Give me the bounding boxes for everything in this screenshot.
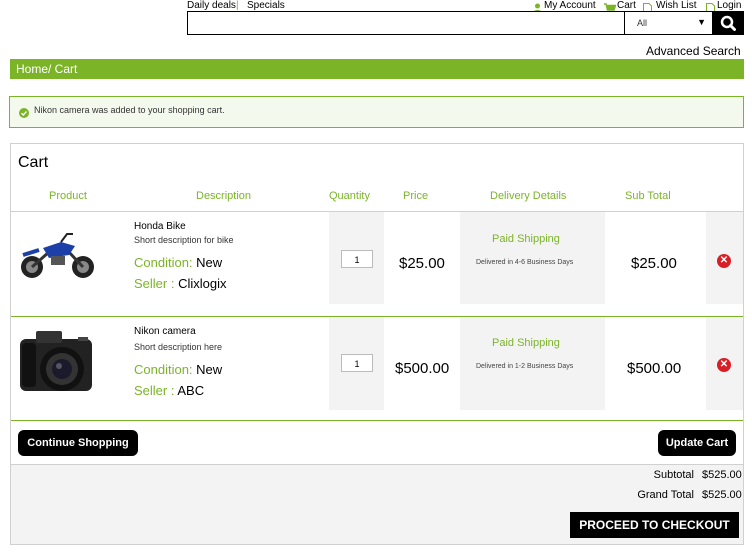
grand-total-value: $525.00 — [702, 489, 742, 501]
my-account-link[interactable]: My Account — [544, 0, 596, 11]
category-select-value: All — [637, 18, 648, 28]
product-description: Short description here — [134, 342, 223, 352]
login-link[interactable]: Login — [717, 0, 741, 11]
column-header-quantity: Quantity — [329, 190, 370, 202]
product-image-camera[interactable] — [18, 327, 96, 402]
column-header-delivery: Delivery Details — [490, 190, 567, 202]
check-circle-icon — [19, 105, 29, 123]
product-name[interactable]: Nikon camera — [134, 326, 196, 337]
product-description: Short description for bike — [134, 235, 234, 245]
breadcrumb: Home/ Cart — [10, 59, 744, 79]
item-price: $500.00 — [395, 360, 450, 377]
condition-value: New — [196, 362, 223, 377]
search-icon — [720, 15, 736, 31]
column-header-product: Product — [49, 190, 87, 202]
quantity-input[interactable]: 1 — [341, 354, 373, 372]
condition-label: Condition: — [134, 362, 193, 377]
condition-value: New — [196, 255, 223, 270]
search-input[interactable] — [188, 12, 624, 34]
grand-total-label: Grand Total — [637, 489, 694, 501]
condition-label: Condition: — [134, 255, 193, 270]
product-seller: Seller : Clixlogix — [134, 276, 227, 291]
remove-icon[interactable]: ✕ — [717, 358, 731, 372]
delivery-cell-bg — [460, 212, 605, 304]
shipping-type: Paid Shipping — [492, 233, 560, 245]
wish-list-link[interactable]: Wish List — [656, 0, 697, 11]
product-image-motorbike[interactable] — [17, 228, 97, 288]
product-seller: Seller : ABC — [134, 383, 204, 398]
product-condition: Condition: New — [134, 255, 222, 270]
subtotal-value: $525.00 — [702, 469, 742, 481]
delivery-estimate: Delivered in 1-2 Business Days — [476, 363, 574, 370]
success-message: Nikon camera was added to your shopping … — [9, 96, 744, 128]
search-button[interactable] — [713, 11, 744, 35]
column-header-price: Price — [403, 190, 429, 202]
delivery-estimate: Delivered in 4-6 Business Days — [476, 259, 574, 266]
seller-label: Seller : — [134, 383, 175, 398]
proceed-to-checkout-button[interactable]: PROCEED TO CHECKOUT — [570, 512, 739, 538]
column-header-description: Description — [196, 190, 252, 202]
item-subtotal: $500.00 — [627, 360, 682, 377]
success-message-text: Nikon camera was added to your shopping … — [34, 105, 225, 115]
search-box — [187, 11, 624, 35]
column-header-subtotal: Sub Total — [625, 190, 671, 202]
cart-title: Cart — [18, 154, 49, 171]
advanced-search-link[interactable]: Advanced Search — [646, 44, 741, 58]
specials-link[interactable]: Specials — [247, 0, 285, 11]
category-select[interactable]: All ▼ — [624, 11, 713, 35]
product-name[interactable]: Honda Bike — [134, 221, 186, 232]
top-link-separator: | — [236, 0, 239, 11]
item-subtotal: $25.00 — [631, 255, 677, 272]
seller-value: ABC — [177, 383, 205, 398]
cart-link[interactable]: Cart — [617, 0, 636, 11]
seller-label: Seller : — [134, 276, 175, 291]
daily-deals-link[interactable]: Daily deals — [187, 0, 236, 11]
quantity-input[interactable]: 1 — [341, 250, 373, 268]
product-condition: Condition: New — [134, 362, 222, 377]
seller-value: Clixlogix — [178, 276, 227, 291]
row-divider — [11, 420, 743, 421]
shipping-type: Paid Shipping — [492, 337, 560, 349]
item-price: $25.00 — [399, 255, 445, 272]
remove-icon[interactable]: ✕ — [717, 254, 731, 268]
subtotal-label: Subtotal — [653, 469, 694, 481]
chevron-down-icon: ▼ — [697, 17, 706, 27]
continue-shopping-button[interactable]: Continue Shopping — [18, 430, 138, 456]
update-cart-button[interactable]: Update Cart — [658, 430, 736, 456]
